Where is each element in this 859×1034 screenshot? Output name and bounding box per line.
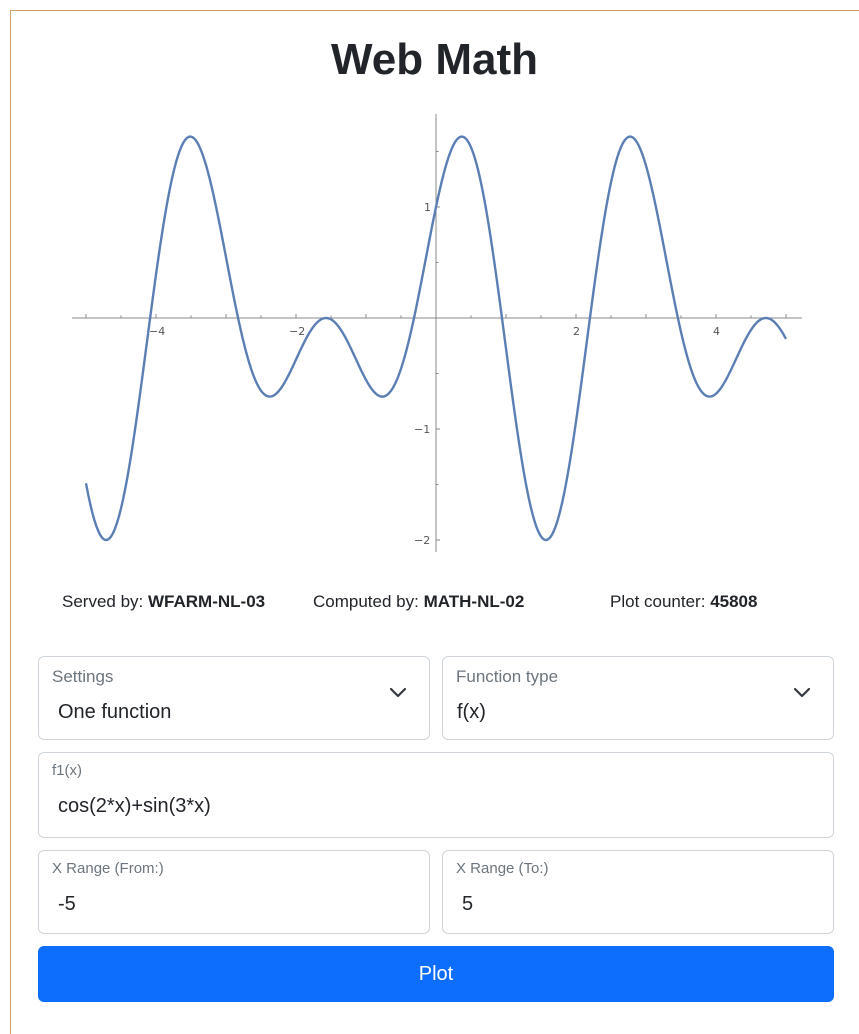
x-range-to-value: 5 (462, 893, 474, 915)
y-tick-label: 1 (424, 201, 431, 214)
plot-button[interactable]: Plot (38, 946, 834, 1002)
plot-counter-value: 45808 (710, 592, 758, 611)
served-by: Served by: WFARM-NL-03 (62, 592, 265, 618)
x-range-from-input[interactable]: X Range (From:) -5 (38, 850, 430, 934)
page-title: Web Math (331, 35, 538, 84)
computed-by-label: Computed by: (313, 592, 419, 611)
x-tick-label: 4 (713, 325, 720, 338)
computed-by: Computed by: MATH-NL-02 (313, 592, 524, 618)
settings-select[interactable]: Settings One function (38, 656, 430, 740)
plot-counter-label: Plot counter: (610, 592, 706, 611)
settings-value: One function (58, 701, 172, 723)
function-type-label: Function type (456, 667, 559, 686)
plot-axes (72, 114, 802, 552)
computed-by-value: MATH-NL-02 (423, 592, 525, 611)
y-tick-label: −2 (414, 534, 430, 547)
y-tick-label: −1 (414, 423, 430, 436)
function-type-select[interactable]: Function type f(x) (442, 656, 834, 740)
x-range-to-input[interactable]: X Range (To:) 5 (442, 850, 834, 934)
x-range-from-value: -5 (58, 893, 76, 915)
plot-counter: Plot counter: 45808 (610, 592, 757, 618)
f1-label: f1(x) (52, 762, 82, 779)
x-tick-label: −2 (289, 325, 305, 338)
x-tick-label: −4 (149, 325, 165, 338)
settings-label: Settings (52, 667, 114, 686)
f1-value: cos(2*x)+sin(3*x) (58, 795, 211, 817)
x-range-from-label: X Range (From:) (52, 860, 164, 877)
chevron-down-icon (389, 687, 407, 698)
x-range-to-label: X Range (To:) (456, 860, 549, 877)
function-plot: −4 −2 2 4 1 −1 −2 (60, 100, 820, 560)
served-by-label: Served by: (62, 592, 144, 611)
function-type-value: f(x) (457, 701, 486, 723)
x-tick-label: 2 (573, 325, 580, 338)
f1-input[interactable]: f1(x) cos(2*x)+sin(3*x) (38, 752, 834, 838)
served-by-value: WFARM-NL-03 (148, 592, 266, 611)
chevron-down-icon (793, 687, 811, 698)
plot-svg: −4 −2 2 4 1 −1 −2 (72, 114, 802, 552)
